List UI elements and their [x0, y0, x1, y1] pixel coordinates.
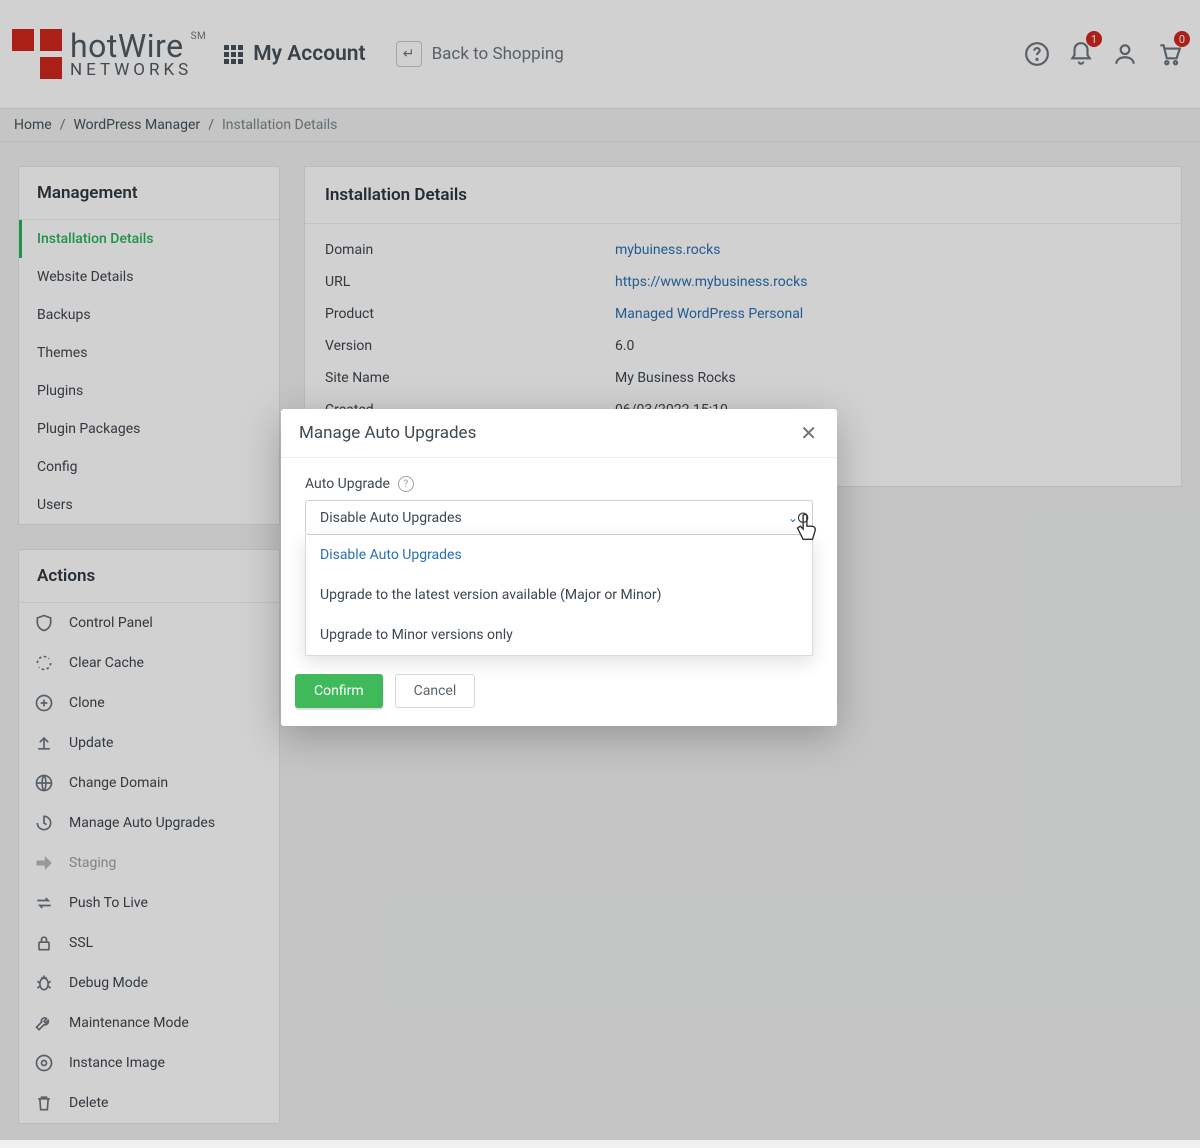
chevron-down-icon: ⌄: [788, 511, 798, 525]
dropdown-option-minor[interactable]: Upgrade to Minor versions only: [306, 615, 812, 655]
help-tooltip-icon[interactable]: ?: [398, 476, 414, 492]
field-label: Auto Upgrade: [305, 476, 390, 492]
auto-upgrade-dropdown: Disable Auto Upgrades Upgrade to the lat…: [305, 535, 813, 656]
cancel-button[interactable]: Cancel: [395, 674, 476, 708]
auto-upgrade-select[interactable]: Disable Auto Upgrades ⌄: [305, 500, 813, 535]
confirm-button[interactable]: Confirm: [295, 674, 383, 708]
manage-auto-upgrades-modal: Manage Auto Upgrades ✕ Auto Upgrade ? Di…: [281, 409, 837, 726]
modal-title: Manage Auto Upgrades: [299, 423, 476, 443]
dropdown-option-latest[interactable]: Upgrade to the latest version available …: [306, 575, 812, 615]
select-value: Disable Auto Upgrades: [320, 510, 462, 526]
dropdown-option-disable[interactable]: Disable Auto Upgrades: [306, 535, 812, 575]
close-icon[interactable]: ✕: [800, 423, 817, 443]
